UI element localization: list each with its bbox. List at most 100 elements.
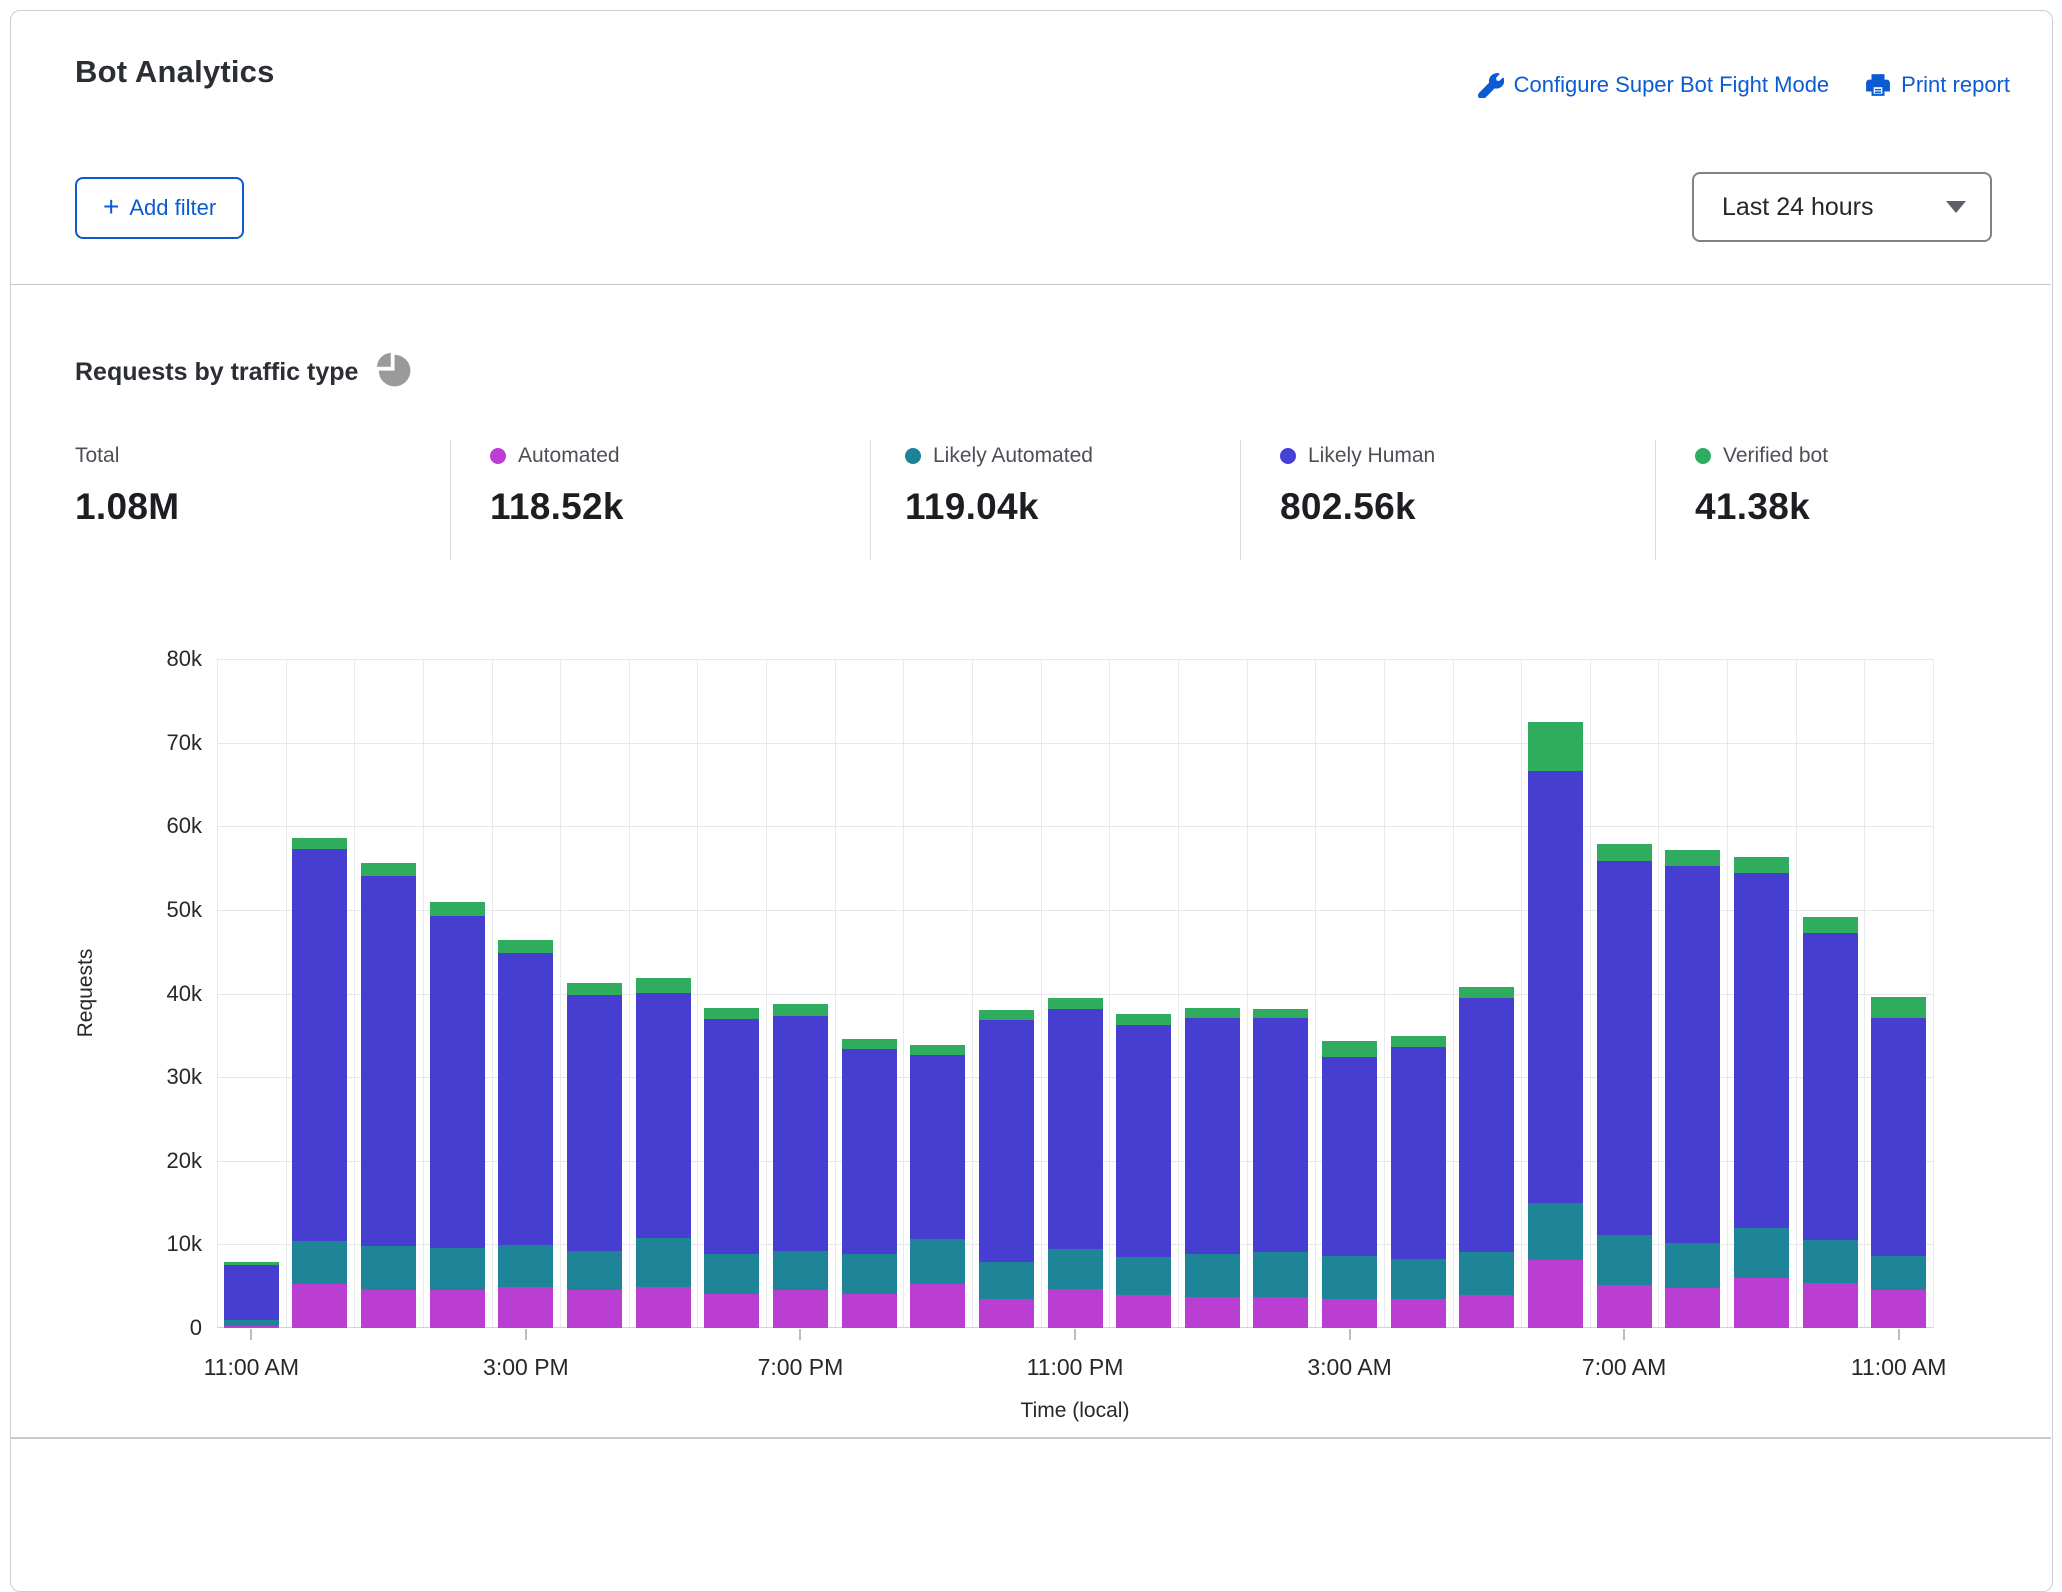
bar-segment-verified-bot[interactable] (292, 838, 347, 849)
bar-segment-likely-automated[interactable] (842, 1254, 897, 1294)
bar-stack[interactable] (704, 659, 759, 1328)
bar-segment-likely-human[interactable] (224, 1265, 279, 1319)
bar-segment-verified-bot[interactable] (1391, 1036, 1446, 1047)
bar-stack[interactable] (1528, 659, 1583, 1328)
bar-segment-likely-automated[interactable] (1803, 1240, 1858, 1283)
print-report-link[interactable]: Print report (1865, 72, 2010, 98)
bar-segment-likely-automated[interactable] (1116, 1257, 1171, 1295)
bar-segment-likely-human[interactable] (361, 876, 416, 1246)
bar-segment-verified-bot[interactable] (1665, 850, 1720, 866)
bar-segment-likely-human[interactable] (1048, 1009, 1103, 1250)
bar-stack[interactable] (1665, 659, 1720, 1328)
bar-segment-likely-automated[interactable] (636, 1238, 691, 1287)
bar-segment-likely-human[interactable] (1871, 1018, 1926, 1256)
bar-segment-automated[interactable] (1322, 1299, 1377, 1328)
bar-segment-likely-automated[interactable] (1665, 1243, 1720, 1288)
bar-stack[interactable] (1253, 659, 1308, 1328)
bar-segment-likely-human[interactable] (773, 1016, 828, 1251)
bar-stack[interactable] (361, 659, 416, 1328)
bar-segment-likely-automated[interactable] (979, 1262, 1034, 1299)
bar-segment-verified-bot[interactable] (224, 1262, 279, 1265)
bar-segment-likely-automated[interactable] (1322, 1256, 1377, 1299)
bar-stack[interactable] (498, 659, 553, 1328)
bar-segment-likely-automated[interactable] (361, 1246, 416, 1289)
bar-segment-verified-bot[interactable] (636, 978, 691, 992)
bar-segment-likely-automated[interactable] (1871, 1256, 1926, 1290)
bar-segment-likely-human[interactable] (1253, 1018, 1308, 1252)
bar-segment-likely-human[interactable] (1116, 1025, 1171, 1257)
bar-segment-likely-human[interactable] (1322, 1057, 1377, 1256)
bar-segment-verified-bot[interactable] (1734, 857, 1789, 873)
bar-segment-automated[interactable] (1459, 1295, 1514, 1328)
bar-segment-verified-bot[interactable] (498, 940, 553, 953)
bar-stack[interactable] (979, 659, 1034, 1328)
bar-segment-verified-bot[interactable] (1322, 1041, 1377, 1057)
bar-segment-likely-human[interactable] (498, 953, 553, 1246)
bar-segment-likely-automated[interactable] (1391, 1259, 1446, 1299)
bar-segment-verified-bot[interactable] (1459, 987, 1514, 998)
bar-segment-automated[interactable] (1665, 1288, 1720, 1328)
bar-segment-likely-automated[interactable] (773, 1251, 828, 1290)
bar-segment-likely-automated[interactable] (1459, 1252, 1514, 1295)
bar-segment-verified-bot[interactable] (1185, 1008, 1240, 1018)
bar-stack[interactable] (842, 659, 897, 1328)
bar-segment-verified-bot[interactable] (1597, 844, 1652, 861)
bar-segment-likely-human[interactable] (842, 1049, 897, 1254)
bar-segment-likely-human[interactable] (1528, 771, 1583, 1203)
bar-segment-automated[interactable] (910, 1284, 965, 1328)
bar-segment-automated[interactable] (842, 1294, 897, 1328)
bar-segment-automated[interactable] (1048, 1289, 1103, 1328)
bar-segment-verified-bot[interactable] (1116, 1014, 1171, 1025)
bar-segment-likely-human[interactable] (292, 849, 347, 1241)
bar-segment-likely-human[interactable] (567, 995, 622, 1251)
bar-stack[interactable] (1734, 659, 1789, 1328)
bar-stack[interactable] (224, 659, 279, 1328)
bar-segment-verified-bot[interactable] (430, 902, 485, 916)
bar-segment-likely-human[interactable] (1597, 861, 1652, 1236)
bar-segment-verified-bot[interactable] (979, 1010, 1034, 1020)
bar-segment-verified-bot[interactable] (1803, 917, 1858, 933)
bar-segment-likely-human[interactable] (1734, 873, 1789, 1228)
bar-stack[interactable] (430, 659, 485, 1328)
bar-stack[interactable] (1803, 659, 1858, 1328)
bar-segment-verified-bot[interactable] (842, 1039, 897, 1049)
bar-segment-verified-bot[interactable] (567, 983, 622, 995)
bar-stack[interactable] (1459, 659, 1514, 1328)
bar-segment-verified-bot[interactable] (361, 863, 416, 876)
bar-segment-likely-automated[interactable] (430, 1248, 485, 1290)
bar-segment-automated[interactable] (704, 1294, 759, 1328)
bar-segment-verified-bot[interactable] (1528, 722, 1583, 771)
bar-segment-automated[interactable] (979, 1299, 1034, 1328)
bar-stack[interactable] (1871, 659, 1926, 1328)
bar-stack[interactable] (292, 659, 347, 1328)
bar-segment-likely-automated[interactable] (1734, 1228, 1789, 1278)
bar-segment-likely-automated[interactable] (704, 1254, 759, 1294)
bar-segment-verified-bot[interactable] (704, 1008, 759, 1020)
bar-segment-automated[interactable] (292, 1284, 347, 1328)
bar-segment-likely-automated[interactable] (567, 1251, 622, 1290)
bar-segment-likely-human[interactable] (1665, 866, 1720, 1243)
bar-segment-verified-bot[interactable] (773, 1004, 828, 1017)
bar-segment-automated[interactable] (636, 1287, 691, 1328)
configure-super-bot-fight-mode-link[interactable]: Configure Super Bot Fight Mode (1478, 72, 1830, 98)
bar-segment-verified-bot[interactable] (910, 1045, 965, 1055)
bar-segment-likely-human[interactable] (430, 916, 485, 1248)
bar-segment-likely-automated[interactable] (1253, 1252, 1308, 1297)
bar-stack[interactable] (1185, 659, 1240, 1328)
bar-segment-likely-human[interactable] (910, 1055, 965, 1239)
bar-segment-likely-human[interactable] (979, 1020, 1034, 1262)
bar-segment-automated[interactable] (1253, 1297, 1308, 1328)
bar-stack[interactable] (910, 659, 965, 1328)
bar-segment-automated[interactable] (430, 1290, 485, 1328)
bar-segment-verified-bot[interactable] (1048, 998, 1103, 1009)
bar-segment-automated[interactable] (1185, 1297, 1240, 1328)
bar-segment-automated[interactable] (1734, 1278, 1789, 1328)
bar-segment-likely-human[interactable] (1803, 933, 1858, 1240)
bar-segment-automated[interactable] (361, 1290, 416, 1328)
bar-stack[interactable] (1048, 659, 1103, 1328)
bar-segment-likely-human[interactable] (1459, 998, 1514, 1252)
bar-segment-likely-automated[interactable] (1048, 1249, 1103, 1288)
bar-segment-likely-human[interactable] (704, 1019, 759, 1253)
bar-segment-likely-automated[interactable] (224, 1320, 279, 1326)
bar-stack[interactable] (773, 659, 828, 1328)
